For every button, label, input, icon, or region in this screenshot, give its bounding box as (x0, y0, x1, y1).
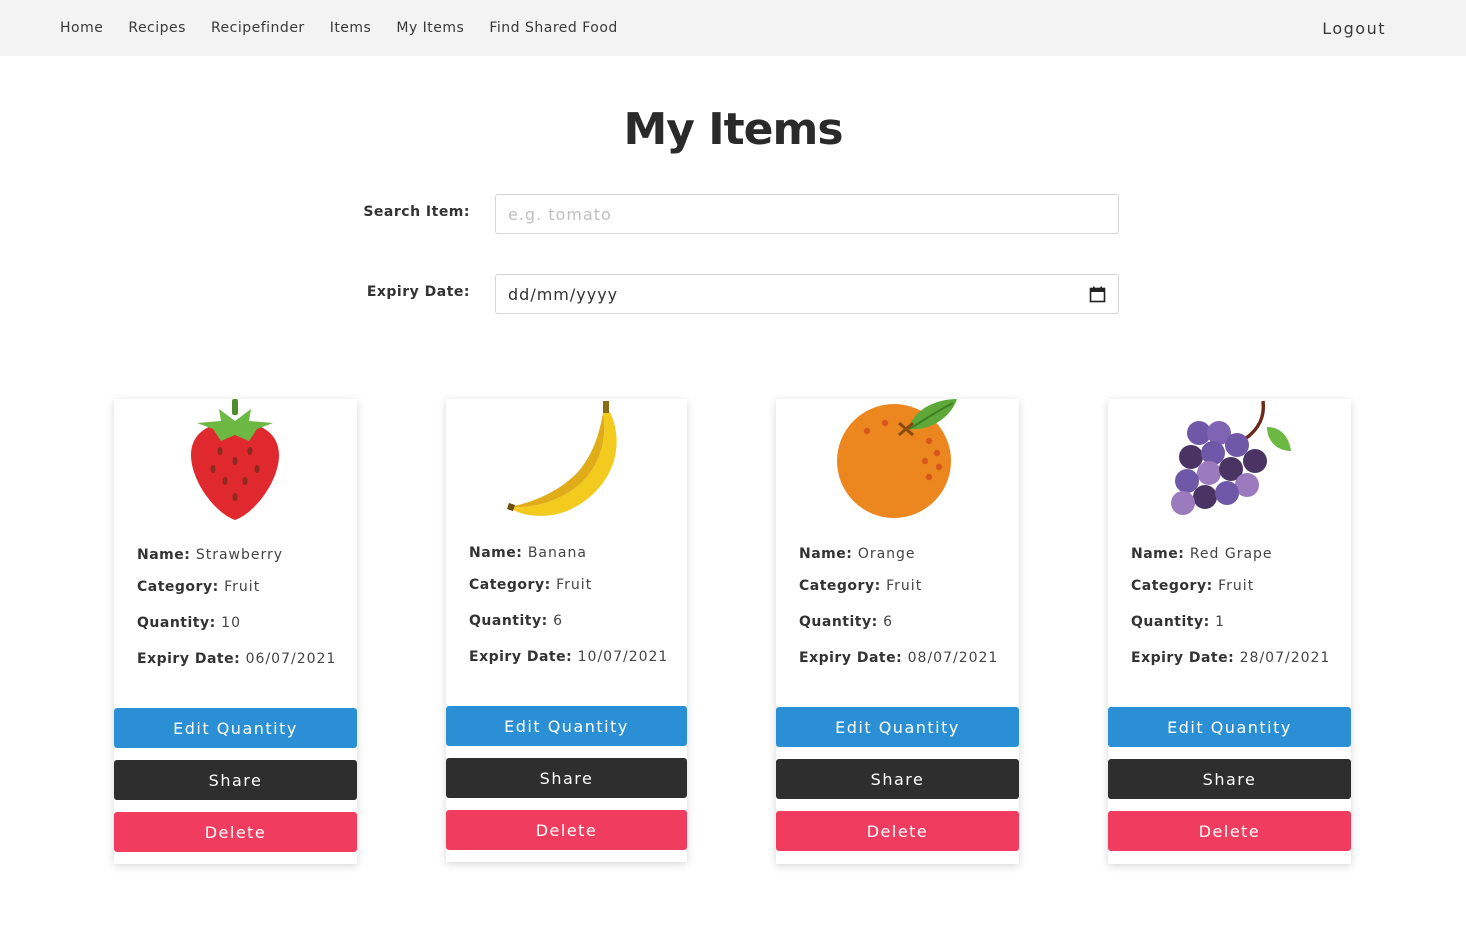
item-quantity: 10 (221, 615, 241, 631)
grape-icon (1171, 400, 1291, 515)
item-expiry: 08/07/2021 (907, 650, 999, 666)
category-label: Category: (1131, 578, 1213, 594)
quantity-label: Quantity: (799, 614, 878, 630)
expiry-label: Expiry Date: (137, 651, 241, 667)
nav-link-recipes[interactable]: Recipes (128, 20, 186, 36)
nav-links: Home Recipes Recipefinder Items My Items… (60, 0, 643, 56)
item-expiry: 28/07/2021 (1239, 650, 1331, 666)
name-label: Name: (137, 547, 191, 563)
item-card-orange: Name: Orange Category: Fruit Quantity: 6… (776, 399, 1019, 864)
banana-icon (507, 401, 617, 516)
item-category: Fruit (886, 578, 923, 594)
nav-link-home[interactable]: Home (60, 20, 103, 36)
nav-link-items[interactable]: Items (330, 20, 372, 36)
item-category: Fruit (556, 577, 593, 593)
delete-button[interactable]: Delete (776, 811, 1019, 851)
category-label: Category: (469, 577, 551, 593)
item-card-red-grape: Name: Red Grape Category: Fruit Quantity… (1108, 399, 1351, 864)
name-label: Name: (469, 545, 523, 561)
edit-quantity-button[interactable]: Edit Quantity (1108, 707, 1351, 747)
item-image (446, 399, 689, 524)
edit-quantity-button[interactable]: Edit Quantity (776, 707, 1019, 747)
delete-button[interactable]: Delete (1108, 811, 1351, 851)
nav-link-find-shared-food[interactable]: Find Shared Food (489, 20, 617, 36)
share-button[interactable]: Share (1108, 759, 1351, 799)
search-item-input[interactable] (495, 194, 1119, 234)
expiry-label: Expiry Date: (799, 650, 903, 666)
search-item-label: Search Item: (363, 204, 470, 220)
item-card-banana: Name: Banana Category: Fruit Quantity: 6… (446, 399, 687, 862)
quantity-label: Quantity: (469, 613, 548, 629)
category-label: Category: (799, 578, 881, 594)
name-label: Name: (1131, 546, 1185, 562)
item-quantity: 6 (883, 614, 894, 630)
quantity-label: Quantity: (1131, 614, 1210, 630)
item-card-strawberry: Name: Strawberry Category: Fruit Quantit… (114, 399, 357, 864)
delete-button[interactable]: Delete (114, 812, 357, 852)
item-image (114, 399, 357, 524)
item-quantity: 6 (553, 613, 564, 629)
delete-button[interactable]: Delete (446, 810, 687, 850)
quantity-label: Quantity: (137, 615, 216, 631)
nav-link-my-items[interactable]: My Items (396, 20, 464, 36)
page-title: My Items (623, 104, 843, 155)
item-expiry: 06/07/2021 (245, 651, 337, 667)
orange-icon (837, 399, 957, 518)
item-quantity: 1 (1215, 614, 1226, 630)
strawberry-icon (191, 399, 279, 520)
item-name: Banana (527, 545, 587, 561)
calendar-icon[interactable] (1089, 286, 1106, 303)
item-image (1108, 399, 1351, 524)
edit-quantity-button[interactable]: Edit Quantity (446, 706, 687, 746)
expiry-label: Expiry Date: (1131, 650, 1235, 666)
item-image (776, 399, 1019, 524)
expiry-label: Expiry Date: (469, 649, 573, 665)
item-name: Orange (857, 546, 916, 562)
share-button[interactable]: Share (776, 759, 1019, 799)
edit-quantity-button[interactable]: Edit Quantity (114, 708, 357, 748)
category-label: Category: (137, 579, 219, 595)
name-label: Name: (799, 546, 853, 562)
logout-link[interactable]: Logout (1322, 0, 1386, 56)
item-expiry: 10/07/2021 (577, 649, 669, 665)
expiry-date-input[interactable]: dd/mm/yyyy (495, 274, 1119, 314)
item-name: Red Grape (1189, 546, 1273, 562)
expiry-date-value: dd/mm/yyyy (508, 284, 619, 304)
expiry-date-label: Expiry Date: (366, 284, 470, 300)
share-button[interactable]: Share (114, 760, 357, 800)
share-button[interactable]: Share (446, 758, 687, 798)
nav-link-recipefinder[interactable]: Recipefinder (211, 20, 305, 36)
item-category: Fruit (1218, 578, 1255, 594)
item-category: Fruit (224, 579, 261, 595)
item-name: Strawberry (195, 547, 284, 563)
top-navbar: Home Recipes Recipefinder Items My Items… (0, 0, 1466, 56)
